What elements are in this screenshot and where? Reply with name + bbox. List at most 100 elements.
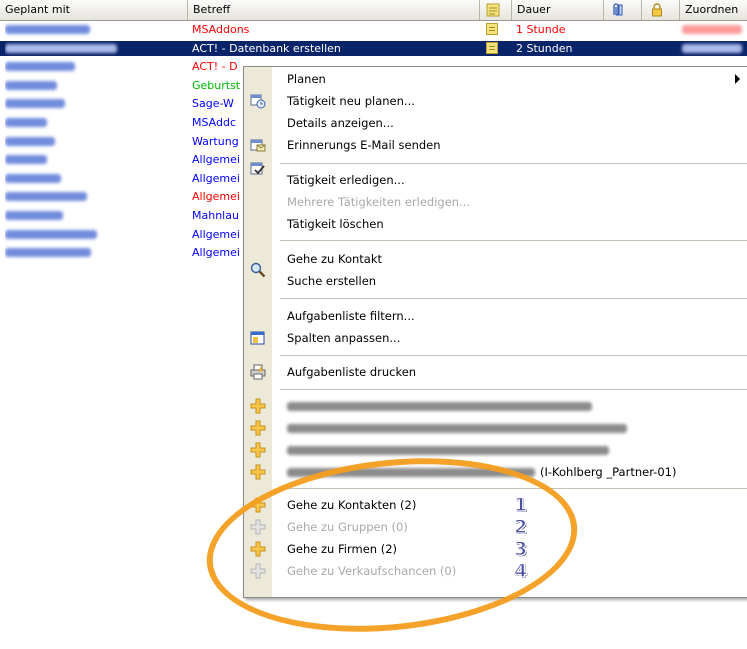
column-header-geplant-mit[interactable]: Geplant mit [0,0,188,20]
menu-item-gehe-zu-kontakt[interactable]: Gehe zu Kontakt [244,248,747,270]
cell-geplant-mit [5,152,185,167]
menu-separator [280,163,747,164]
menu-item-gehe-zu-gruppen[interactable]: Gehe zu Gruppen (0) 2 [244,515,747,539]
menu-item-aufgabenliste-filtern[interactable]: Aufgabenliste filtern... [244,305,747,327]
plus-icon [250,519,266,535]
column-header-private[interactable] [642,0,680,20]
menu-item-taetigkeit-erledigen[interactable]: Tätigkeit erledigen... [244,162,747,191]
cell-geplant-mit [5,171,185,186]
menu-item-label: Gehe zu Gruppen (0) [287,520,408,534]
menu-item-planen[interactable]: Planen [244,68,747,90]
plus-icon [250,563,266,579]
blurred-text [287,446,609,455]
menu-item-spalten-anpassen[interactable]: Spalten anpassen... [244,327,747,349]
menu-item-label: Suche erstellen [287,274,377,288]
menu-item-suche-erstellen[interactable]: Suche erstellen [244,262,747,292]
blurred-contact-name [5,211,63,220]
menu-item-aufgabenliste-drucken[interactable]: Aufgabenliste drucken [244,361,747,383]
blurred-text [682,43,742,53]
menu-item-taetigkeit-loeschen[interactable]: Tätigkeit löschen [244,213,747,235]
cell-geplant-mit [5,134,185,149]
plus-icon [250,442,266,458]
cell-geplant-mit [5,115,185,130]
menu-item-label: Gehe zu Verkaufschancen (0) [287,564,457,578]
menu-item-lookup-blurred[interactable] [244,439,747,461]
column-header-betreff[interactable]: Betreff [188,0,480,20]
cell-geplant-mit [5,208,185,223]
menu-item-gehe-zu-kontakten[interactable]: Gehe zu Kontakten (2) 1 [244,493,747,517]
blurred-contact-name [5,62,75,72]
blurred-contact-name [5,43,117,53]
email-reminder-icon [250,139,266,152]
annotation-number: 2 [513,515,528,538]
plus-icon [250,541,266,557]
cell-geplant-mit [5,245,185,260]
plus-icon [250,497,266,513]
note-icon [486,23,498,35]
magnifier-icon [250,262,266,278]
blurred-contact-name [5,118,47,127]
cell-geplant-mit [5,59,185,74]
annotation-number: 1 [513,493,528,516]
blurred-contact-name [5,25,90,34]
table-row[interactable]: ACT! - Datenbank erstellen 2 Stunden [0,40,747,56]
plus-icon [250,398,266,414]
blurred-contact-name [5,80,57,90]
cell-geplant-mit [5,41,185,56]
menu-item-lookup-blurred[interactable] [244,417,747,439]
menu-separator [280,488,747,489]
complete-activity-icon [250,162,265,175]
menu-item-taetigkeit-neu-planen[interactable]: Tätigkeit neu planen... [244,90,747,112]
menu-item-details-anzeigen[interactable]: Details anzeigen... [244,112,747,134]
cell-zuordnen [682,22,742,38]
columns-icon [250,331,265,345]
annotation-number: 3 [513,537,528,560]
menu-separator [280,389,747,390]
cell-geplant-mit [5,227,185,242]
column-header-attachment[interactable] [604,0,642,20]
blurred-contact-name [5,248,91,258]
table-row[interactable]: MSAddons 1 Stunde [0,22,747,37]
paperclip-icon [613,3,623,16]
cell-geplant-mit [5,22,185,37]
context-menu: Planen Tätigkeit neu planen... Details a… [243,66,747,598]
menu-item-label: Tätigkeit löschen [287,217,384,231]
menu-separator [280,240,747,241]
column-header-zuordnen[interactable]: Zuordnen [680,0,747,20]
blurred-text [287,402,592,411]
blurred-contact-name [5,136,55,146]
note-icon [486,3,500,17]
annotation-number: 4 [513,559,528,582]
cell-geplant-mit [5,96,185,111]
plus-icon [250,420,266,436]
menu-item-label: Tätigkeit erledigen... [287,173,405,187]
menu-item-label: Aufgabenliste filtern... [287,309,415,323]
cell-geplant-mit [5,189,185,204]
menu-item-label: Aufgabenliste drucken [287,365,417,379]
cell-geplant-mit [5,78,185,93]
menu-item-lookup-blurred[interactable] [244,395,747,417]
blurred-contact-name [5,99,65,109]
menu-item-label: Gehe zu Kontakten (2) [287,498,417,512]
lock-icon [652,3,662,17]
column-header-notes[interactable] [480,0,512,20]
menu-item-gehe-zu-firmen[interactable]: Gehe zu Firmen (2) 3 [244,537,747,561]
blurred-contact-name [5,155,47,165]
column-header-dauer[interactable]: Dauer [512,0,604,20]
menu-item-label: Mehrere Tätigkeiten erledigen... [287,195,471,209]
menu-item-label: Erinnerungs E-Mail senden [287,138,441,152]
menu-item-mehrere-erledigen[interactable]: Mehrere Tätigkeiten erledigen... [244,191,747,213]
menu-item-erinnerungs-email[interactable]: Erinnerungs E-Mail senden [244,134,747,156]
menu-item-label: Tätigkeit neu planen... [287,94,415,108]
reschedule-icon [250,94,266,109]
cell-dauer: 2 Stunden [516,41,573,55]
menu-item-label: Spalten anpassen... [287,331,401,345]
menu-item-lookup-verkaufschance[interactable]: (I-Kohlberg _Partner-01) [244,461,747,483]
menu-item-gehe-zu-verkaufschancen[interactable]: Gehe zu Verkaufschancen (0) 4 [244,559,747,583]
grid-header: Geplant mit Betreff Dauer Zuordnen [0,0,747,21]
blurred-text [682,25,742,34]
note-icon [486,41,498,54]
menu-item-label: (I-Kohlberg _Partner-01) [540,465,677,479]
menu-separator [280,355,747,356]
menu-item-label: Planen [287,72,326,86]
